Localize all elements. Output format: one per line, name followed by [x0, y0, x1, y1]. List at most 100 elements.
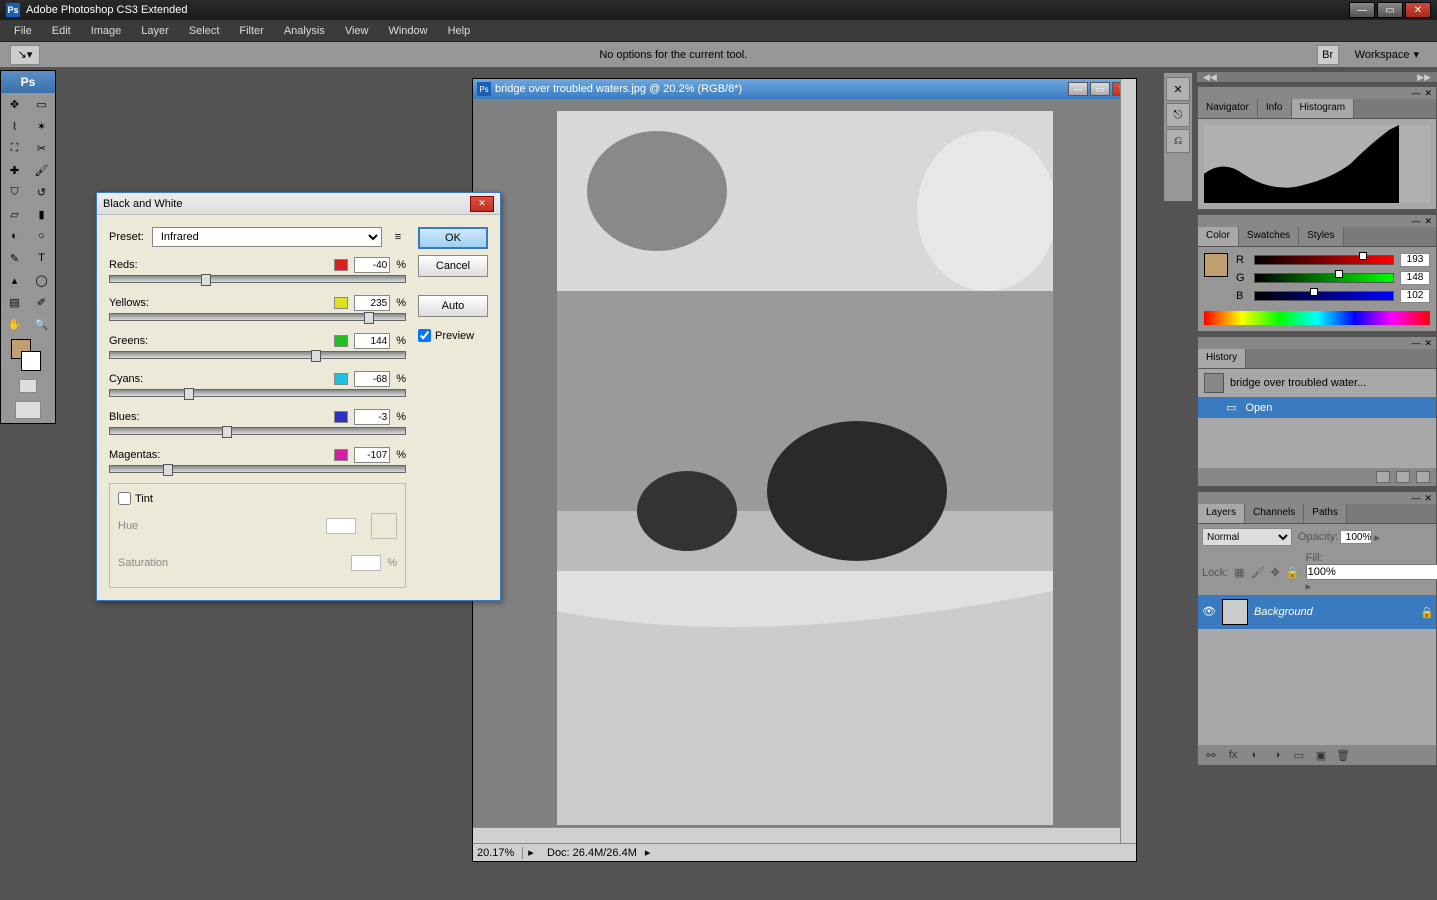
zoom-tool[interactable]: 🔍 [28, 313, 55, 335]
ok-button[interactable]: OK [418, 227, 488, 249]
panel-close-icon[interactable]: ✕ [1424, 493, 1432, 504]
delete-layer-icon[interactable]: 🗑 [1336, 749, 1350, 761]
slice-tool[interactable]: ✂ [28, 137, 55, 159]
shape-tool[interactable]: ◯ [28, 269, 55, 291]
preset-select[interactable]: Infrared [152, 227, 382, 247]
slider-thumb[interactable] [163, 464, 173, 476]
color-spectrum[interactable] [1204, 311, 1430, 325]
new-layer-icon[interactable]: ▣ [1314, 749, 1328, 761]
crop-tool[interactable]: ⛶ [1, 137, 28, 159]
tab-navigator[interactable]: Navigator [1198, 99, 1258, 118]
fill-field[interactable] [1306, 564, 1437, 580]
opacity-field[interactable] [1340, 530, 1372, 544]
menu-window[interactable]: Window [378, 22, 437, 40]
menu-help[interactable]: Help [438, 22, 481, 40]
slider-value-field[interactable]: -40 [354, 257, 390, 273]
slider-thumb[interactable] [201, 274, 211, 286]
dodge-tool[interactable]: ○ [28, 225, 55, 247]
g-value[interactable]: 148 [1400, 271, 1430, 285]
move-tool[interactable]: ✥ [1, 93, 28, 115]
workspace-dropdown[interactable]: Workspace▾ [1347, 46, 1427, 63]
slider-value-field[interactable]: -107 [354, 447, 390, 463]
zoom-field[interactable]: 20.17% [473, 847, 523, 859]
notes-tool[interactable]: ▤ [1, 291, 28, 313]
menu-view[interactable]: View [335, 22, 379, 40]
r-slider[interactable] [1254, 255, 1394, 265]
eyedropper-tool[interactable]: ✐ [28, 291, 55, 313]
slider-value-field[interactable]: -3 [354, 409, 390, 425]
panel-close-icon[interactable]: ✕ [1424, 216, 1432, 227]
blur-tool[interactable]: ◐ [1, 225, 28, 247]
strip-button-1[interactable]: ✕ [1166, 77, 1190, 101]
close-button[interactable]: ✕ [1405, 2, 1431, 18]
slider-track[interactable] [109, 275, 406, 283]
adjustment-icon[interactable]: ◑ [1270, 749, 1284, 761]
canvas-area[interactable] [473, 99, 1136, 843]
doc-minimize-button[interactable]: — [1068, 82, 1088, 96]
menu-analysis[interactable]: Analysis [274, 22, 335, 40]
lock-all-icon[interactable]: 🔒 [1286, 566, 1300, 579]
link-icon[interactable]: ⚯ [1204, 749, 1218, 761]
collapse-icon[interactable]: ◀◀ [1203, 72, 1217, 83]
slider-thumb[interactable] [184, 388, 194, 400]
status-chevron-icon[interactable]: ▸ [645, 846, 651, 859]
screen-mode-icon[interactable] [15, 401, 41, 419]
current-tool-icon[interactable]: ↘▾ [10, 45, 40, 65]
g-slider[interactable] [1254, 273, 1394, 283]
lock-trans-icon[interactable]: ▦ [1234, 566, 1244, 579]
minimize-button[interactable]: — [1349, 2, 1375, 18]
lock-pos-icon[interactable]: ✥ [1271, 566, 1280, 579]
tab-info[interactable]: Info [1258, 99, 1292, 118]
b-slider[interactable] [1254, 291, 1394, 301]
menu-select[interactable]: Select [179, 22, 230, 40]
new-doc-from-state-icon[interactable] [1376, 471, 1390, 483]
layer-background[interactable]: 👁 Background 🔒 [1198, 595, 1436, 629]
standard-mode-icon[interactable] [19, 379, 37, 393]
menu-image[interactable]: Image [81, 22, 132, 40]
slider-value-field[interactable]: 235 [354, 295, 390, 311]
slider-thumb[interactable] [364, 312, 374, 324]
menu-edit[interactable]: Edit [42, 22, 81, 40]
slider-thumb[interactable] [222, 426, 232, 438]
document-titlebar[interactable]: Ps bridge over troubled waters.jpg @ 20.… [473, 79, 1136, 99]
tab-paths[interactable]: Paths [1304, 504, 1347, 523]
dialog-close-button[interactable]: ✕ [470, 196, 494, 212]
slider-thumb[interactable] [311, 350, 321, 362]
r-value[interactable]: 193 [1400, 253, 1430, 267]
color-fg-swatch[interactable] [1204, 253, 1228, 277]
slider-track[interactable] [109, 465, 406, 473]
opacity-chevron-icon[interactable]: ▸ [1374, 531, 1380, 544]
menu-file[interactable]: File [4, 22, 42, 40]
preset-menu-icon[interactable]: ≡ [390, 229, 406, 245]
quick-select-tool[interactable]: ✶ [28, 115, 55, 137]
background-color[interactable] [21, 351, 41, 371]
lock-paint-icon[interactable]: 🖌 [1251, 566, 1265, 579]
tab-swatches[interactable]: Swatches [1239, 227, 1299, 246]
new-snapshot-icon[interactable] [1396, 471, 1410, 483]
vertical-scrollbar[interactable] [1120, 79, 1136, 843]
preview-checkbox[interactable] [418, 329, 431, 342]
menu-filter[interactable]: Filter [229, 22, 273, 40]
tab-styles[interactable]: Styles [1299, 227, 1343, 246]
slider-track[interactable] [109, 427, 406, 435]
strip-button-2[interactable]: ⎋ [1166, 103, 1190, 127]
hand-tool[interactable]: ✋ [1, 313, 28, 335]
b-value[interactable]: 102 [1400, 289, 1430, 303]
doc-maximize-button[interactable]: ▭ [1090, 82, 1110, 96]
doc-info[interactable]: Doc: 26.4M/26.4M [539, 847, 645, 859]
tint-checkbox[interactable] [118, 492, 131, 505]
panel-min-icon[interactable]: — [1411, 338, 1420, 348]
menu-layer[interactable]: Layer [131, 22, 179, 40]
dialog-titlebar[interactable]: Black and White ✕ [97, 193, 500, 215]
status-arrow-icon[interactable]: ▸ [523, 846, 539, 859]
brush-tool[interactable]: 🖌 [28, 159, 55, 181]
slider-track[interactable] [109, 389, 406, 397]
horizontal-scrollbar[interactable] [473, 827, 1120, 843]
fx-icon[interactable]: fx [1226, 749, 1240, 761]
healing-tool[interactable]: ✚ [1, 159, 28, 181]
history-snapshot[interactable]: bridge over troubled water... [1198, 369, 1436, 397]
tab-history[interactable]: History [1198, 349, 1246, 368]
lasso-tool[interactable]: ⌇ [1, 115, 28, 137]
maximize-button[interactable]: ▭ [1377, 2, 1403, 18]
mask-icon[interactable]: ◐ [1248, 749, 1262, 761]
